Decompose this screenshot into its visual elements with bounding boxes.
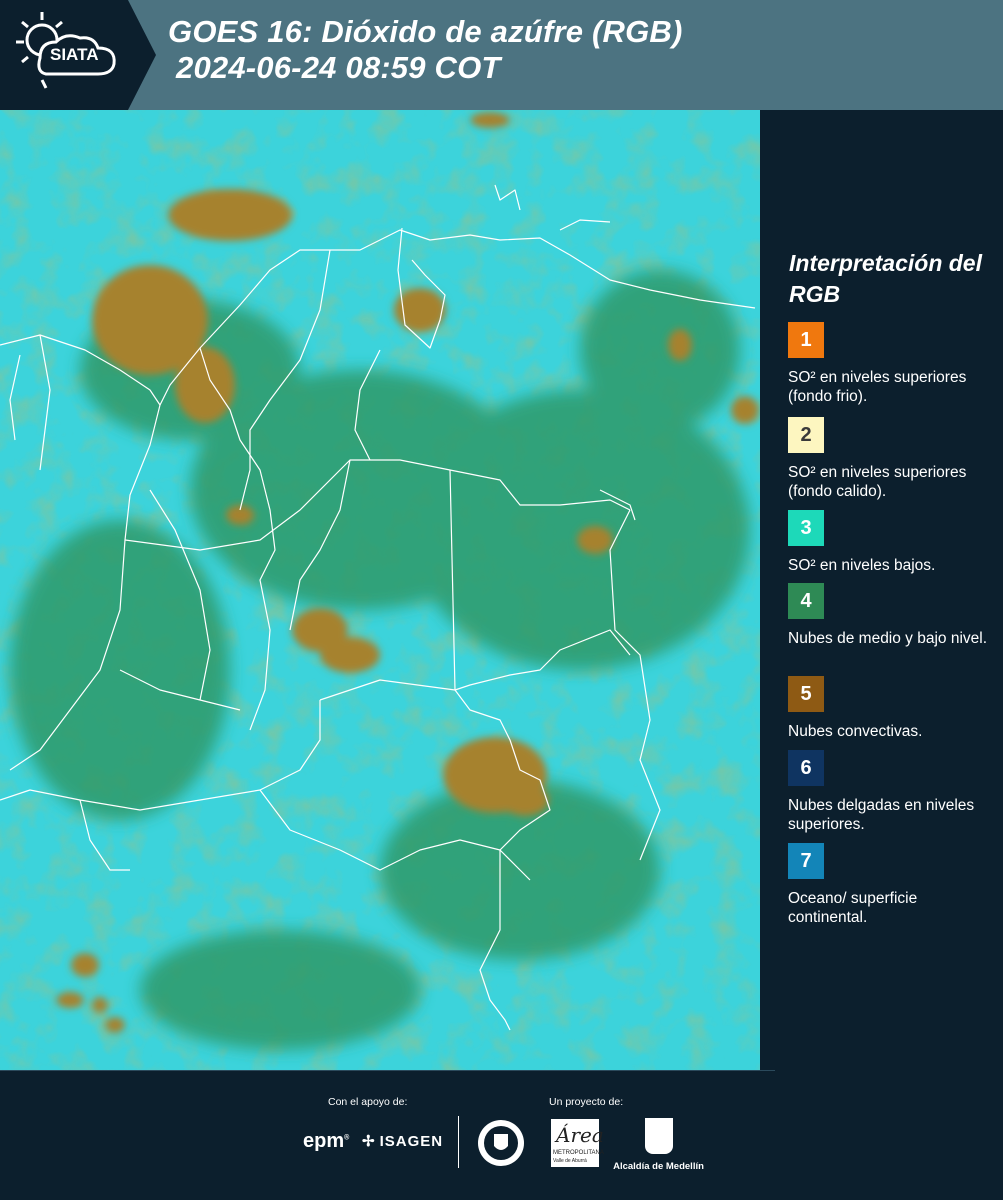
satellite-map <box>0 110 760 1070</box>
siata-logo-text: SIATA <box>50 45 99 64</box>
area-logo-text: Área <box>556 1123 604 1147</box>
alcaldia-logo: Alcaldía de Medellín <box>611 1118 706 1172</box>
legend-swatch-3: 3 <box>788 510 824 546</box>
legend-swatch-2: 2 <box>788 417 824 453</box>
support-label: Con el apoyo de: <box>328 1096 408 1108</box>
footer: Con el apoyo de: Un proyecto de: epm® ✢ I… <box>0 1070 1003 1200</box>
isagen-logo: ✢ ISAGEN <box>362 1132 443 1150</box>
legend-item-1: 1 SO² en niveles superiores (fondo frio)… <box>788 322 988 406</box>
legend-label-2: SO² en niveles superiores (fondo calido)… <box>788 464 967 500</box>
legend-label-7: Oceano/ superficie continental. <box>788 890 918 926</box>
area-logo-sub1: METROPOLITANA <box>553 1150 604 1156</box>
legend-label-5: Nubes convectivas. <box>788 723 923 740</box>
epm-logo: epm® <box>303 1130 350 1152</box>
legend-swatch-7: 7 <box>788 843 824 879</box>
title-line-timestamp: 2024-06-24 08:59 COT <box>176 50 501 85</box>
legend-item-4: 4 Nubes de medio y bajo nivel. <box>788 583 988 648</box>
epm-logo-text: epm <box>303 1130 345 1152</box>
alcaldia-shield-icon <box>644 1118 673 1154</box>
header-bar: SIATA GOES 16: Dióxido de azúfre (RGB) 2… <box>0 0 1003 110</box>
medellin-seal-icon <box>478 1120 524 1166</box>
isagen-mark-icon: ✢ <box>362 1133 376 1150</box>
legend-item-6: 6 Nubes delgadas en niveles superiores. <box>788 750 988 834</box>
footer-separator <box>458 1116 459 1168</box>
legend-panel: Interpretación del RGB 1 SO² en niveles … <box>770 110 995 1070</box>
legend-swatch-1: 1 <box>788 322 824 358</box>
legend-label-1: SO² en niveles superiores (fondo frio). <box>788 369 967 405</box>
legend-title: Interpretación del RGB <box>789 250 982 307</box>
area-metropolitana-logo: Área METROPOLITANA Valle de Aburrá <box>551 1119 604 1167</box>
footer-divider-line <box>0 1070 775 1071</box>
area-logo-sub2: Valle de Aburrá <box>553 1158 587 1164</box>
legend-item-7: 7 Oceano/ superficie continental. <box>788 843 988 927</box>
legend-label-6: Nubes delgadas en niveles superiores. <box>788 797 975 833</box>
isagen-logo-text: ISAGEN <box>379 1133 444 1150</box>
title-line-product: GOES 16: Dióxido de azúfre (RGB) <box>168 14 683 49</box>
siata-logo: SIATA <box>0 0 160 110</box>
page-title: GOES 16: Dióxido de azúfre (RGB) 2024-06… <box>168 14 683 86</box>
legend-label-4: Nubes de medio y bajo nivel. <box>788 630 988 647</box>
legend-item-3: 3 SO² en niveles bajos. <box>788 510 988 575</box>
legend-swatch-5: 5 <box>788 676 824 712</box>
legend-label-3: SO² en niveles bajos. <box>788 557 936 574</box>
legend-item-2: 2 SO² en niveles superiores (fondo calid… <box>788 417 988 501</box>
legend-item-5: 5 Nubes convectivas. <box>788 676 988 741</box>
legend-swatch-6: 6 <box>788 750 824 786</box>
legend-swatch-4: 4 <box>788 583 824 619</box>
alcaldia-label: Alcaldía de Medellín <box>613 1161 704 1172</box>
project-label: Un proyecto de: <box>549 1096 624 1108</box>
